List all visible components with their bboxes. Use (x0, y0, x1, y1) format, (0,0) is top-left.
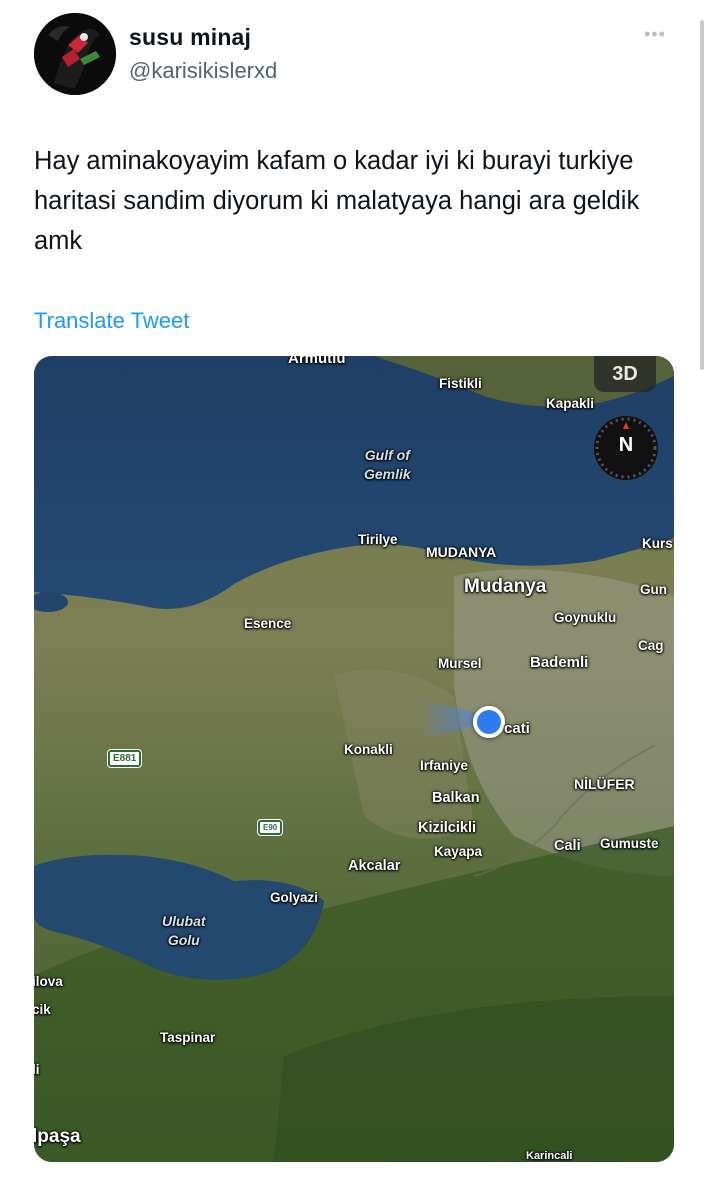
map-label: Gun (640, 582, 667, 597)
map-label: NİLÜFER (574, 776, 635, 792)
tweet: susu minaj @karisikislerxd ••• Hay amina… (0, 0, 708, 1200)
avatar[interactable] (34, 13, 116, 95)
map-label: lpaşa (34, 1126, 81, 1147)
map-label: Cag (638, 638, 664, 653)
map-label: Taspinar (160, 1030, 216, 1045)
map-label: cati (504, 720, 530, 737)
display-name[interactable]: susu minaj (129, 24, 251, 51)
map-label-water: Gulf of Gemlik (364, 447, 411, 482)
map-label: Kayapa (434, 844, 483, 859)
map-label: Cali (554, 838, 581, 854)
map-label: Kizilcikli (418, 820, 477, 836)
map-label: Akcalar (348, 858, 401, 874)
map-label: ilova (34, 974, 63, 989)
map-label: Kurs (642, 536, 673, 551)
map-label: Irfaniye (420, 758, 469, 773)
compass-icon[interactable]: N (594, 416, 658, 480)
3d-view-button[interactable]: 3D (594, 356, 656, 392)
map-image[interactable]: 3D N Armutlu Fistikli Kapakli Gulf of Ge… (34, 356, 674, 1162)
map-label: MUDANYA (426, 544, 497, 560)
user-handle[interactable]: @karisikislerxd (129, 58, 277, 84)
map-label: li (34, 1062, 40, 1077)
tweet-text: Hay aminakoyayim kafam o kadar iyi ki bu… (34, 147, 640, 255)
compass-label: N (618, 434, 634, 456)
map-label: Kapakli (546, 396, 595, 411)
more-dots-icon[interactable]: ••• (644, 24, 666, 45)
current-location-marker (473, 706, 505, 738)
road-sign-e881: E881 (108, 750, 142, 767)
avatar-image (34, 13, 116, 95)
map-label-water: Ulubat Golu (162, 913, 206, 948)
map-label: Balkan (432, 790, 480, 806)
map-label: Tirilye (358, 532, 398, 547)
map-label: Goynuklu (554, 610, 617, 625)
map-label: Gumuste (600, 836, 659, 851)
scrollbar[interactable] (700, 20, 704, 370)
map-label: cik (34, 1002, 51, 1017)
translate-tweet-link[interactable]: Translate Tweet (34, 308, 189, 334)
map-label: Mursel (438, 656, 482, 671)
map-label: Bademli (530, 654, 589, 671)
map-label: Esence (244, 616, 292, 631)
map-label: Karincali (526, 1150, 573, 1162)
map-label: Armutlu (288, 356, 346, 367)
map-label: Golyazi (270, 890, 319, 905)
map-label: Konakli (344, 742, 393, 757)
map-label: Mudanya (464, 576, 547, 597)
map-label: Fistikli (439, 376, 482, 391)
road-sign-e90: E90 (258, 820, 283, 835)
